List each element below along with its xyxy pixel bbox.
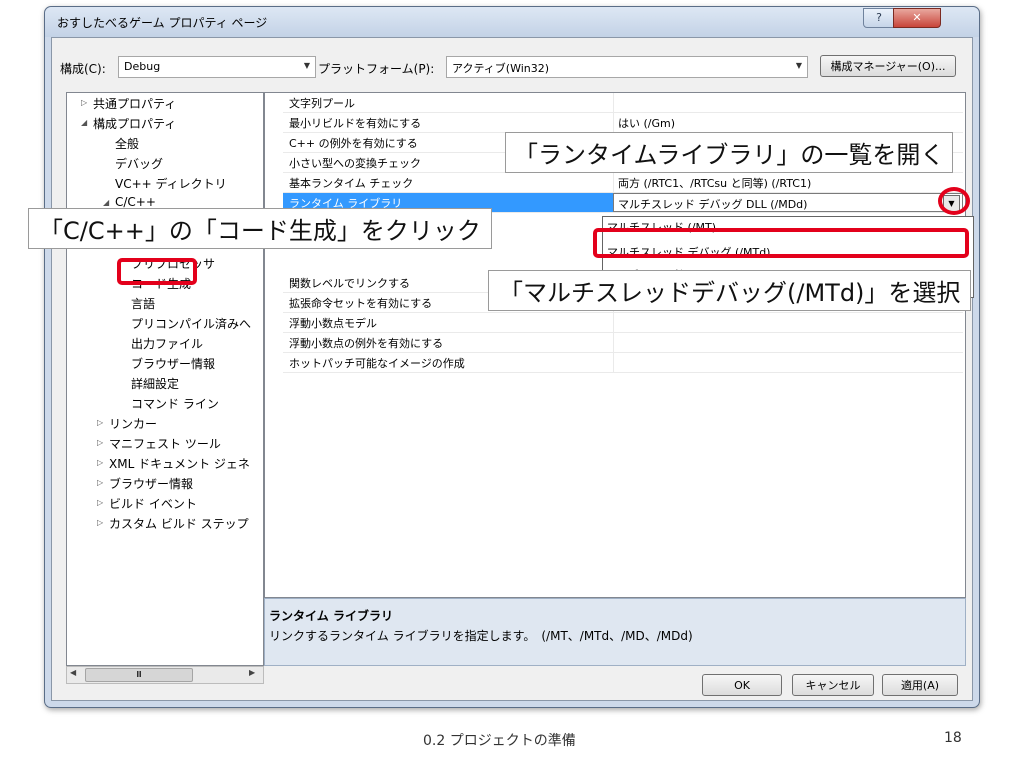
tree-item-vc-dirs[interactable]: VC++ ディレクトリ [115, 175, 227, 192]
apply-button[interactable]: 適用(A) [882, 674, 958, 696]
expand-triangle-icon[interactable]: ▷ [81, 98, 87, 107]
tree-item-manifest-tool[interactable]: マニフェスト ツール [109, 435, 221, 452]
config-label: 構成(C): [60, 62, 106, 76]
highlight-mtd-option [593, 228, 969, 258]
property-name: 最小リビルドを有効にする [289, 117, 422, 130]
tree-item-custom-build[interactable]: カスタム ビルド ステップ [109, 515, 249, 532]
ok-button[interactable]: OK [702, 674, 782, 696]
grid-row[interactable]: 浮動小数点の例外を有効にする [283, 333, 963, 353]
property-name: 小さい型への変換チェック [289, 157, 421, 170]
description-title: ランタイム ライブラリ [269, 609, 393, 623]
title-bar: おすしたべるゲーム プロパティ ページ ? ✕ [45, 7, 979, 37]
callout-click-codegen: 「C/C++」の「コード生成」をクリック [28, 208, 492, 249]
expand-triangle-icon[interactable]: ▷ [97, 498, 103, 507]
property-value: はい (/Gm) [618, 117, 676, 130]
help-button[interactable]: ? [863, 8, 895, 28]
footer-section: 0.2 プロジェクトの準備 [423, 733, 576, 749]
grid-row[interactable]: 基本ランタイム チェック 両方 (/RTC1、/RTCsu と同等) (/RTC… [283, 173, 963, 193]
grid-row[interactable]: 最小リビルドを有効にする はい (/Gm) [283, 113, 963, 133]
tree-horizontal-scrollbar[interactable]: ◀ Ⅲ ▶ [66, 666, 264, 684]
tree-item-common-props[interactable]: 共通プロパティ [93, 95, 176, 112]
callout-select-mtd: 「マルチスレッドデバッグ(/MTd)」を選択 [488, 270, 972, 311]
property-name: 拡張命令セットを有効にする [289, 297, 433, 310]
grid-row[interactable]: ホットパッチ可能なイメージの作成 [283, 353, 963, 373]
property-name: 基本ランタイム チェック [289, 177, 414, 190]
tree-item-xml-doc[interactable]: XML ドキュメント ジェネ [109, 455, 250, 472]
property-pages-dialog: おすしたべるゲーム プロパティ ページ ? ✕ 構成(C): Debug ▼ プ… [44, 6, 980, 708]
runtime-library-value: マルチスレッド デバッグ DLL (/MDd) [618, 198, 808, 211]
platform-value: アクティブ(Win32) [452, 62, 550, 75]
tree-item-output-files[interactable]: 出力ファイル [131, 335, 203, 352]
scroll-right-icon[interactable]: ▶ [249, 668, 255, 677]
collapse-triangle-icon[interactable]: ◢ [81, 118, 87, 127]
grid-row[interactable]: 文字列プール [283, 93, 963, 113]
cancel-button[interactable]: キャンセル [792, 674, 874, 696]
description-panel: ランタイム ライブラリ リンクするランタイム ライブラリを指定します。 (/MT… [264, 598, 966, 666]
chevron-down-icon: ▼ [795, 61, 802, 70]
config-manager-button[interactable]: 構成マネージャー(O)... [820, 55, 956, 77]
tree-item-linker[interactable]: リンカー [109, 415, 157, 432]
tree-item-c-cpp[interactable]: C/C++ [115, 195, 156, 209]
tree-item-language[interactable]: 言語 [131, 295, 155, 312]
highlight-code-generation [117, 258, 197, 285]
collapse-triangle-icon[interactable]: ◢ [103, 198, 109, 207]
runtime-library-combo[interactable]: マルチスレッド デバッグ DLL (/MDd) ▼ [613, 193, 963, 212]
property-name: 浮動小数点モデル [289, 317, 377, 330]
expand-triangle-icon[interactable]: ▷ [97, 438, 103, 447]
config-value: Debug [124, 60, 161, 73]
grid-row[interactable]: 浮動小数点モデル [283, 313, 963, 333]
property-value: 両方 (/RTC1、/RTCsu と同等) (/RTC1) [618, 177, 812, 190]
expand-triangle-icon[interactable]: ▷ [97, 478, 103, 487]
tree-item-debugging[interactable]: デバッグ [115, 155, 163, 172]
expand-triangle-icon[interactable]: ▷ [97, 518, 103, 527]
tree-item-precompiled-headers[interactable]: プリコンパイル済みへ [131, 315, 251, 332]
property-tree: ▷ 共通プロパティ ◢ 構成プロパティ 全般 デバッグ VC++ ディレクトリ … [66, 92, 264, 666]
tree-item-build-events[interactable]: ビルド イベント [109, 495, 197, 512]
expand-triangle-icon[interactable]: ▷ [97, 458, 103, 467]
property-name: ホットパッチ可能なイメージの作成 [289, 357, 465, 370]
property-name: 文字列プール [289, 97, 355, 110]
property-name: C++ の例外を有効にする [289, 137, 418, 150]
tree-item-command-line[interactable]: コマンド ライン [131, 395, 219, 412]
footer-page-number: 18 [944, 730, 962, 746]
platform-label: プラットフォーム(P): [318, 62, 435, 76]
property-name: 関数レベルでリンクする [289, 277, 410, 290]
chevron-down-icon: ▼ [303, 61, 310, 70]
tree-item-advanced[interactable]: 詳細設定 [131, 375, 179, 392]
platform-dropdown[interactable]: アクティブ(Win32) ▼ [446, 56, 808, 78]
callout-open-list: 「ランタイムライブラリ」の一覧を開く [505, 132, 954, 173]
expand-triangle-icon[interactable]: ▷ [97, 418, 103, 427]
tree-item-general[interactable]: 全般 [115, 135, 139, 152]
property-name: 浮動小数点の例外を有効にする [289, 337, 444, 350]
scroll-left-icon[interactable]: ◀ [70, 668, 76, 677]
highlight-dropdown-arrow [938, 187, 970, 215]
description-text: リンクするランタイム ライブラリを指定します。 (/MT、/MTd、/MD、/M… [269, 629, 693, 643]
close-button[interactable]: ✕ [893, 8, 941, 28]
config-dropdown[interactable]: Debug ▼ [118, 56, 316, 78]
tree-item-browse-info-2[interactable]: ブラウザー情報 [109, 475, 193, 492]
tree-item-config-props[interactable]: 構成プロパティ [93, 115, 176, 132]
tree-item-browse-info[interactable]: ブラウザー情報 [131, 355, 215, 372]
dialog-title: おすしたべるゲーム プロパティ ページ [57, 16, 268, 30]
scroll-thumb[interactable]: Ⅲ [85, 668, 193, 682]
